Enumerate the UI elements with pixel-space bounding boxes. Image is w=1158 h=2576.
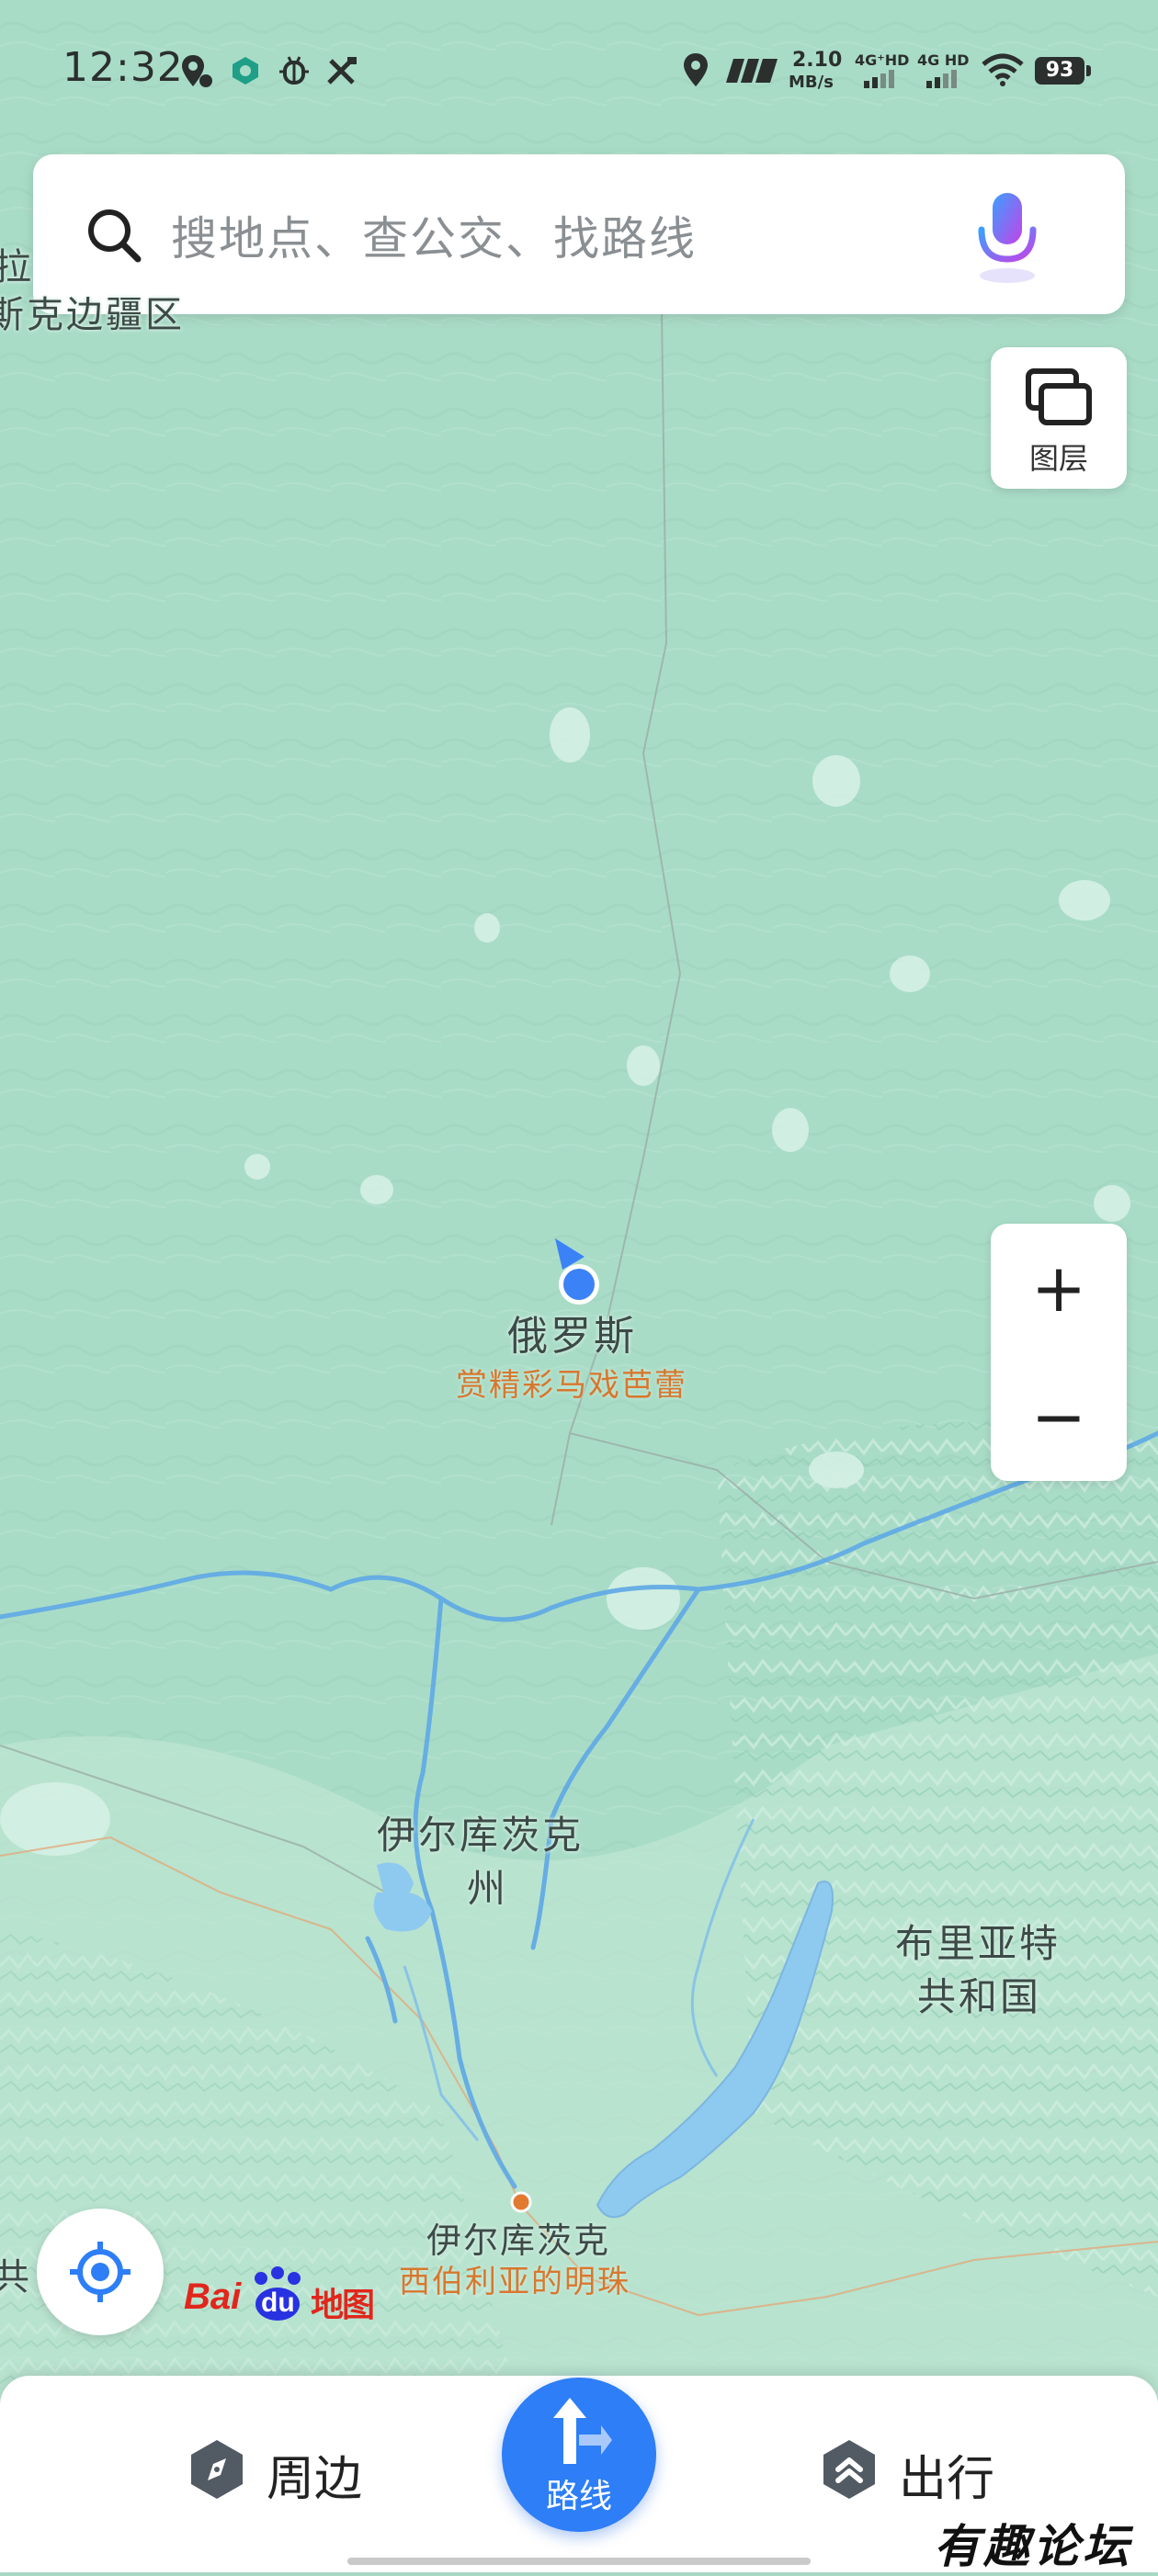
map-label-irkutsk-oblast-line2: 州 (467, 1866, 509, 1911)
network-speed-unit: MB/s (789, 73, 834, 92)
layers-icon (1026, 368, 1092, 425)
city-dot-irkutsk[interactable] (509, 2190, 533, 2214)
map-label-edge-left: 共 (0, 2256, 32, 2299)
travel-icon (823, 2440, 875, 2499)
zoom-out-button[interactable]: − (991, 1352, 1127, 1481)
network-speed-value: 2.10 (792, 49, 843, 72)
map-label-russia[interactable]: 俄罗斯 (507, 1303, 637, 1361)
route-label: 路线 (545, 2478, 612, 2515)
nearby-label: 周边 (267, 2452, 363, 2507)
signal-bars-1-icon (864, 70, 894, 88)
signal-bars-2-icon (926, 70, 957, 88)
map-label-edge-top-left-1: 拉 (0, 246, 34, 288)
signal-label-2: 4G HD (917, 51, 970, 69)
route-arrow-icon (553, 2398, 612, 2464)
status-bar: 12:32 2.10 MB/s 4G⁺HD 4G HD 93 (0, 0, 1158, 138)
status-time: 12:32 (62, 44, 184, 91)
hexagon-app-icon (233, 57, 258, 85)
map-label-buryatia-line1: 布里亚特 (895, 1921, 1062, 1966)
bug-icon (279, 56, 309, 85)
map-label-russia-sub[interactable]: 赏精彩马戏芭蕾 (456, 1360, 687, 1405)
search-icon (88, 209, 142, 263)
map-label-irkutsk-city[interactable]: 伊尔库茨克 (426, 2212, 610, 2263)
baidu-map-logo: Bai du 地图 (184, 2265, 377, 2324)
logo-text-du: du (261, 2288, 295, 2318)
wifi-icon (982, 53, 1024, 86)
search-bar[interactable]: 搜地点、查公交、找路线 (33, 154, 1125, 314)
logo-text-ditu: 地图 (311, 2287, 375, 2324)
layers-label: 图层 (1028, 441, 1088, 476)
current-location-marker (555, 1238, 599, 1305)
map-label-irkutsk-oblast-line1: 伊尔库茨克 (377, 1813, 585, 1858)
location-check-icon (182, 55, 212, 87)
search-input[interactable]: 搜地点、查公交、找路线 (171, 202, 697, 268)
locate-me-button[interactable] (37, 2209, 164, 2335)
layers-button[interactable]: 图层 (991, 347, 1127, 489)
signal-label-1: 4G⁺HD (855, 51, 910, 69)
map-label-edge-top-left-2: 斯克边疆区 (0, 294, 185, 336)
battery-indicator: 93 (1035, 57, 1091, 85)
home-indicator[interactable] (347, 2558, 811, 2565)
zoom-control: + − (991, 1224, 1127, 1481)
compass-icon (191, 2440, 243, 2499)
map-label-buryatia-line2: 共和国 (917, 1974, 1042, 2019)
map-label-irkutsk-city-sub[interactable]: 西伯利亚的明珠 (399, 2256, 630, 2301)
microphone-icon[interactable] (961, 187, 1053, 288)
zoom-in-button[interactable]: + (991, 1224, 1127, 1352)
route-button[interactable]: 路线 (502, 2378, 656, 2532)
travel-label: 出行 (899, 2452, 995, 2507)
watermark-text: 有趣论坛 (934, 2519, 1132, 2573)
location-icon (684, 53, 708, 86)
logo-text-bai: Bai (184, 2277, 242, 2317)
crosshair-icon (70, 2242, 131, 2302)
tools-icon (327, 57, 357, 85)
carrier-logo-icon (726, 59, 778, 83)
